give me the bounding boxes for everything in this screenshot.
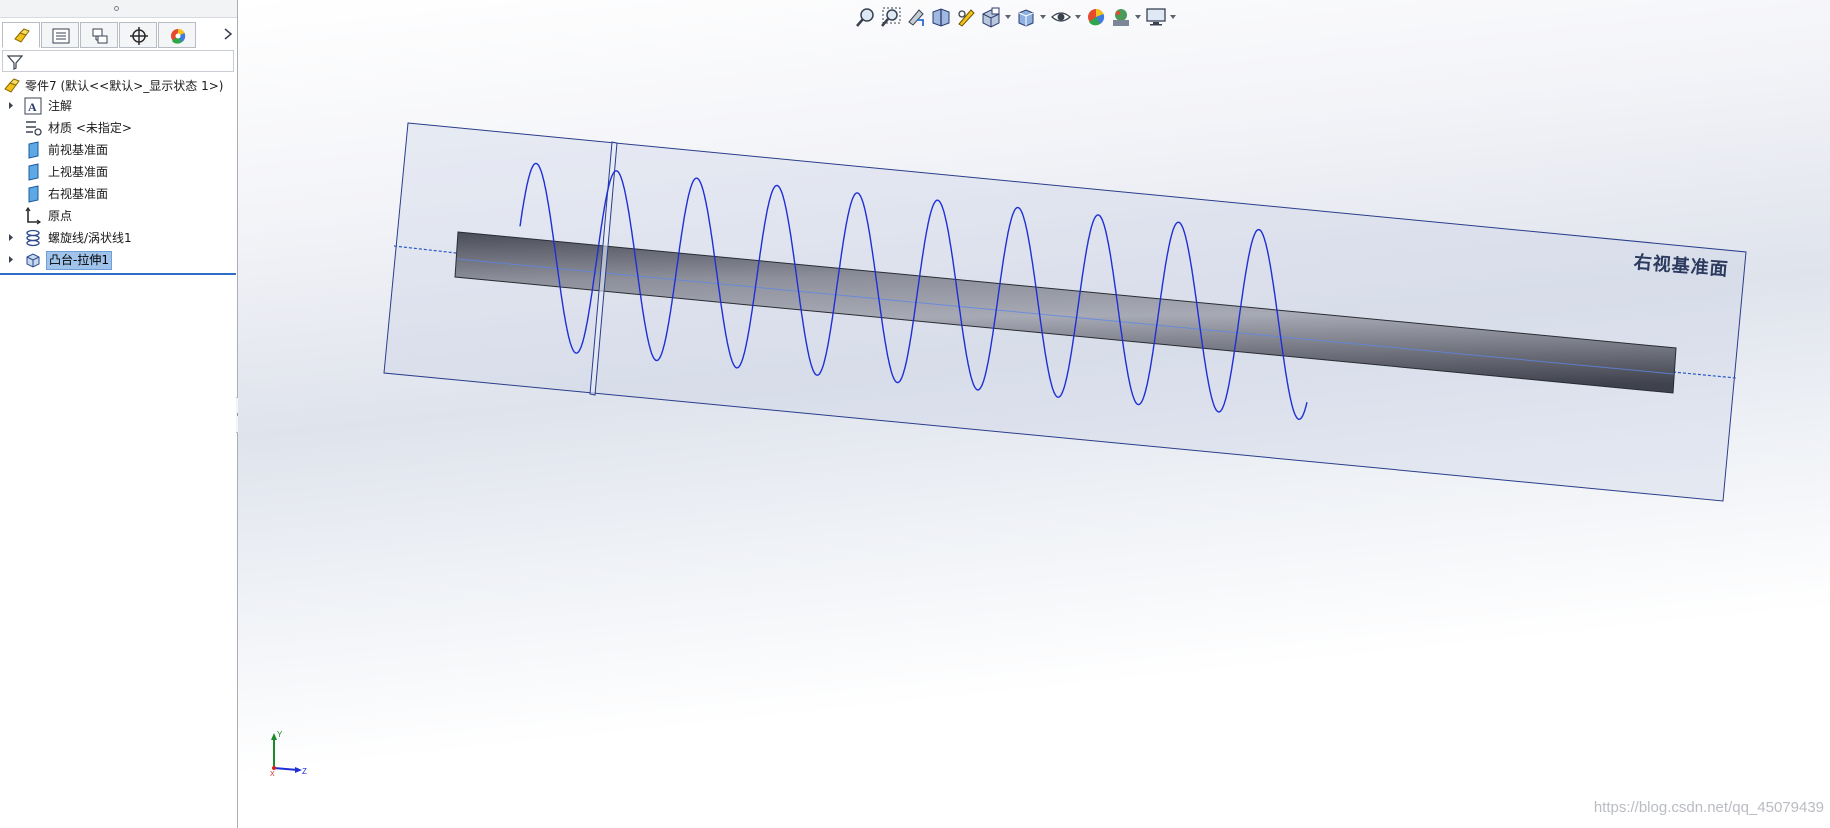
tree-item-right-plane[interactable]: 右视基准面 [0, 184, 238, 204]
dimxpert-manager-tab[interactable] [119, 22, 157, 48]
configuration-manager-tab[interactable] [80, 22, 118, 48]
watermark: https://blog.csdn.net/qq_45079439 [1593, 799, 1824, 816]
boss-extrude-icon [26, 253, 40, 268]
panel-tab-bar [0, 22, 238, 48]
tree-item-origin[interactable]: 原点 [0, 206, 238, 226]
configuration-manager-icon [92, 28, 108, 44]
plane-icon [28, 141, 39, 159]
model-scene[interactable] [238, 0, 1830, 828]
tree-item-helix[interactable]: 螺旋线/涡状线1 [0, 228, 238, 248]
panel-grip[interactable] [0, 0, 237, 18]
feature-manager-panel: 零件7 (默认<<默认>_显示状态 1>) A 注解 材质 <未指定> 前视基准… [0, 0, 238, 828]
tree-item-label: 螺旋线/涡状线1 [48, 231, 132, 245]
property-manager-tab[interactable] [41, 22, 79, 48]
plane-icon [28, 185, 39, 203]
helix-icon [26, 229, 40, 247]
graphics-viewport[interactable]: 右视基准面 Y Z X https://blog.csdn.net/qq_450… [238, 0, 1830, 828]
annotations-icon: A [24, 97, 42, 115]
expand-arrow-icon[interactable] [7, 233, 16, 242]
tree-item-top-plane[interactable]: 上视基准面 [0, 162, 238, 182]
plane-icon [28, 163, 39, 181]
feature-manager-tab[interactable] [2, 22, 40, 48]
tree-item-front-plane[interactable]: 前视基准面 [0, 140, 238, 160]
tree-item-annotations[interactable]: A 注解 [0, 96, 238, 116]
tree-root-part[interactable]: 零件7 (默认<<默认>_显示状态 1>) [0, 76, 238, 96]
filter-icon [7, 55, 23, 70]
tree-item-boss-extrude[interactable]: 凸台-拉伸1 [0, 250, 238, 270]
tree-item-material[interactable]: 材质 <未指定> [0, 118, 238, 138]
material-icon [26, 121, 42, 136]
chevron-right-icon[interactable] [222, 27, 234, 41]
property-manager-icon [52, 28, 70, 44]
tree-item-label: 注解 [48, 99, 73, 113]
tree-item-label: 材质 <未指定> [48, 121, 132, 135]
reference-triad: Y Z X [270, 730, 307, 778]
tree-item-label: 前视基准面 [48, 143, 109, 157]
tree-item-label: 上视基准面 [48, 165, 109, 179]
triad-y-label: Y [277, 730, 283, 739]
tree-item-label: 右视基准面 [48, 187, 109, 201]
part-name: 零件7 (默认<<默认>_显示状态 1>) [25, 79, 224, 93]
display-manager-tab[interactable] [158, 22, 196, 48]
tree-item-label: 原点 [48, 209, 73, 223]
triad-z-label: Z [302, 767, 307, 776]
expand-arrow-icon[interactable] [7, 101, 16, 110]
display-manager-icon [171, 28, 186, 44]
triad-x-label: X [270, 771, 275, 778]
expand-arrow-icon[interactable] [7, 255, 16, 264]
tree-filter[interactable] [2, 50, 234, 72]
part-icon [4, 78, 20, 93]
tree-item-label: 凸台-拉伸1 [46, 251, 112, 270]
selection-indicator [0, 273, 236, 275]
dimxpert-icon [130, 27, 148, 45]
svg-text:A: A [28, 100, 37, 114]
origin-icon [25, 207, 42, 225]
feature-manager-icon [14, 28, 30, 43]
